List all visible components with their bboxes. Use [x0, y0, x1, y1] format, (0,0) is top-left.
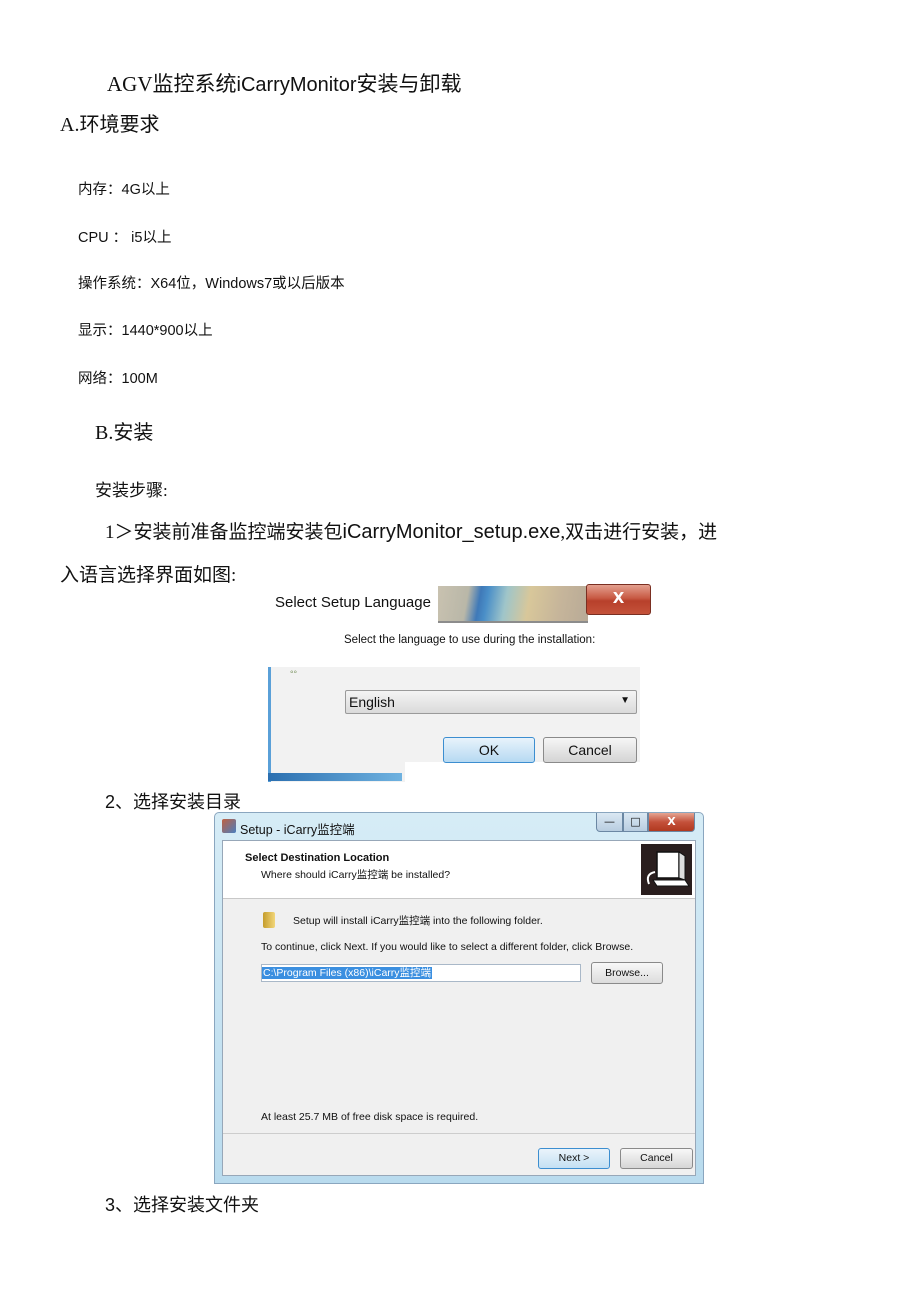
setup-titlebar: Setup - iCarry监控端 — □ X: [215, 813, 703, 839]
language-ok-button[interactable]: OK: [443, 737, 535, 763]
setup-window-title: Setup - iCarry监控端: [240, 823, 355, 837]
title-prefix: AGV监控系统: [107, 72, 237, 96]
install-path-input[interactable]: C:\Program Files (x86)\iCarry监控端: [261, 964, 581, 982]
requirement-memory: 内存：4G以上: [78, 182, 170, 198]
minimize-button[interactable]: —: [596, 813, 623, 832]
language-dialog-close-button[interactable]: X: [586, 584, 651, 615]
disk-space-text: At least 25.7 MB of free disk space is r…: [261, 1111, 479, 1123]
step1-prefix: 1＞安装前准备监控端安装包: [105, 522, 343, 543]
setup-continue-text: To continue, click Next. If you would li…: [261, 941, 634, 953]
cancel-button[interactable]: Cancel: [620, 1148, 693, 1169]
setup-header-subtitle: Where should iCarry监控端 be installed?: [261, 869, 451, 881]
language-dialog-title: Select Setup Language: [275, 594, 431, 611]
setup-client-area: Select Destination Location Where should…: [222, 840, 696, 1176]
folder-icon: [263, 912, 275, 928]
chevron-down-icon: ▼: [620, 695, 630, 706]
title-brand: iCarryMonitor: [236, 74, 357, 96]
document-title: AGV监控系统iCarryMonitor安装与卸载: [107, 68, 462, 98]
browse-button[interactable]: Browse...: [591, 962, 663, 984]
language-dialog-prompt: Select the language to use during the in…: [344, 634, 596, 646]
step3-heading: 3、选择安装文件夹: [105, 1195, 260, 1215]
maximize-button[interactable]: □: [623, 813, 648, 832]
installer-computer-icon: [641, 844, 692, 895]
title-suffix: 安装与卸载: [356, 72, 462, 96]
close-button[interactable]: X: [648, 813, 695, 832]
requirement-os: 操作系统：X64位，Windows7或以后版本: [78, 276, 345, 292]
step1-text: 1＞安装前准备监控端安装包iCarryMonitor_setup.exe,双击进…: [105, 517, 717, 544]
language-cancel-button[interactable]: Cancel: [543, 737, 637, 763]
language-select[interactable]: English ▼: [345, 690, 637, 714]
steps-label: 安装步骤:: [95, 481, 168, 500]
step1-text-continued: 入语言选择界面如图:: [60, 565, 237, 586]
step2-heading: 2、选择安装目录: [105, 792, 242, 812]
globe-icon: ◦◦: [290, 667, 298, 678]
language-dialog-bottom-border: [268, 773, 402, 781]
setup-header-title: Select Destination Location: [245, 852, 390, 864]
setup-app-icon: [222, 819, 236, 833]
section-heading-requirements: A.环境要求: [60, 114, 160, 136]
window-controls: — □ X: [596, 813, 695, 833]
language-dialog-titlebar: [438, 586, 588, 623]
next-button[interactable]: Next >: [538, 1148, 610, 1169]
language-select-value: English: [349, 694, 395, 710]
setup-header: Select Destination Location Where should…: [223, 841, 695, 899]
requirement-display: 显示：1440*900以上: [78, 323, 213, 339]
install-path-value: C:\Program Files (x86)\iCarry监控端: [262, 967, 433, 979]
footer-divider: [223, 1133, 695, 1134]
requirement-cpu: CPU ： i5以上: [78, 230, 172, 246]
requirement-network: 网络：100M: [78, 371, 158, 387]
section-heading-install: B.安装: [95, 422, 154, 444]
setup-info-text: Setup will install iCarry监控端 into the fo…: [293, 915, 543, 927]
step1-filename: iCarryMonitor_setup.exe: [342, 521, 561, 543]
step1-suffix: ,双击进行安装，进: [560, 522, 718, 543]
setup-window: Setup - iCarry监控端 — □ X Select Destinati…: [214, 812, 704, 1184]
